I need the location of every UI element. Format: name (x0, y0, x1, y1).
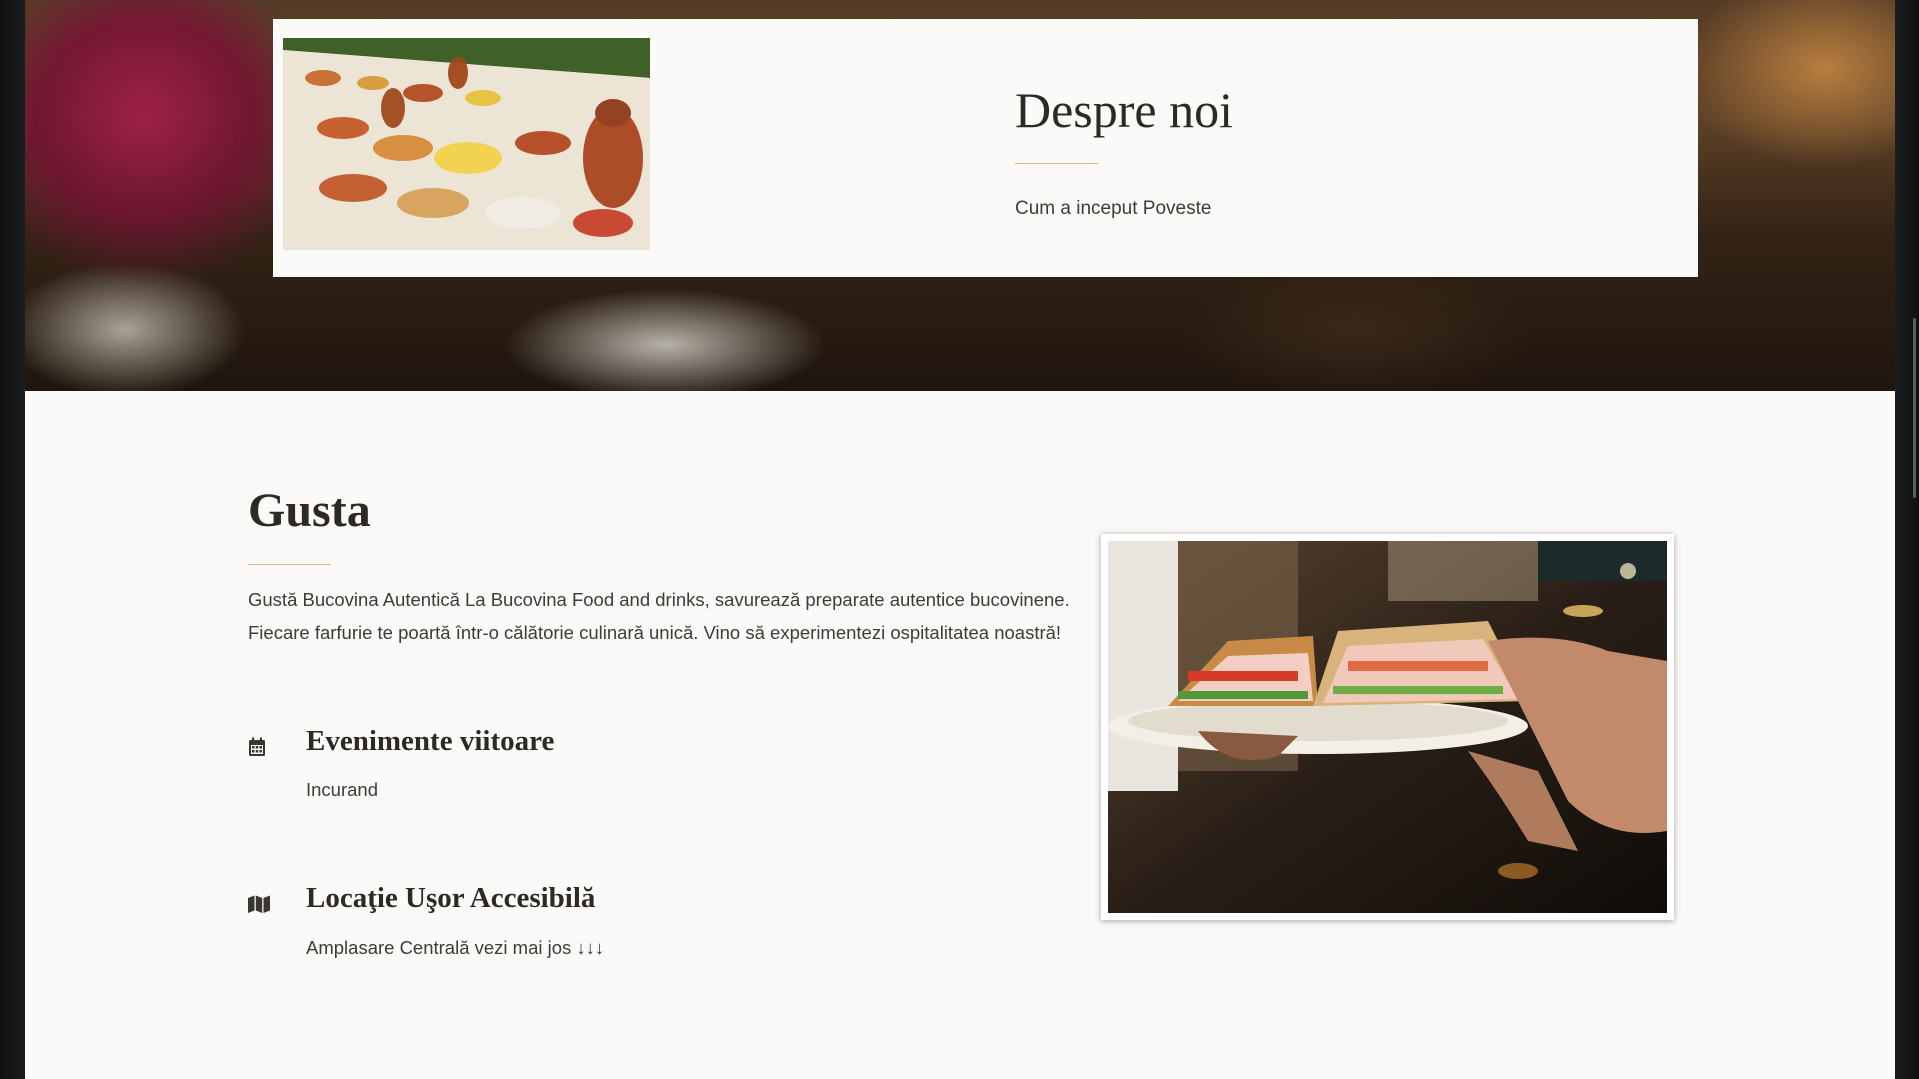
feature-desc-location: Amplasare Centrală vezi mai jos ↓↓↓ (306, 937, 605, 958)
about-hero-section: Despre noi Cum a inceput Poveste (25, 0, 1895, 391)
gusta-description: Gustă Bucovina Autentică La Bucovina Foo… (248, 589, 1070, 643)
scrollbar-thumb[interactable] (1913, 318, 1916, 498)
sandwich-plate-photo (1108, 541, 1667, 913)
about-title: Despre noi (1015, 82, 1233, 138)
page-frame-left (0, 0, 25, 1079)
page-frame-right (1895, 0, 1919, 1079)
sandwich-photo-frame (1101, 534, 1674, 920)
gusta-title-divider (248, 564, 331, 565)
gusta-section: Gusta Gustă Bucovina Autentică La Bucovi… (25, 391, 1895, 1079)
food-table-photo (283, 38, 650, 250)
feature-title-events: Evenimente viitoare (306, 725, 555, 757)
about-card: Despre noi Cum a inceput Poveste (273, 19, 1698, 277)
gusta-title: Gusta (248, 484, 371, 537)
about-subtitle: Cum a inceput Poveste (1015, 198, 1212, 219)
about-title-divider (1015, 163, 1098, 164)
map-icon (248, 895, 270, 918)
feature-title-location: Locaţie Uşor Accesibilă (306, 882, 596, 914)
feature-desc-events: Incurand (306, 779, 378, 800)
calendar-icon (248, 737, 266, 762)
